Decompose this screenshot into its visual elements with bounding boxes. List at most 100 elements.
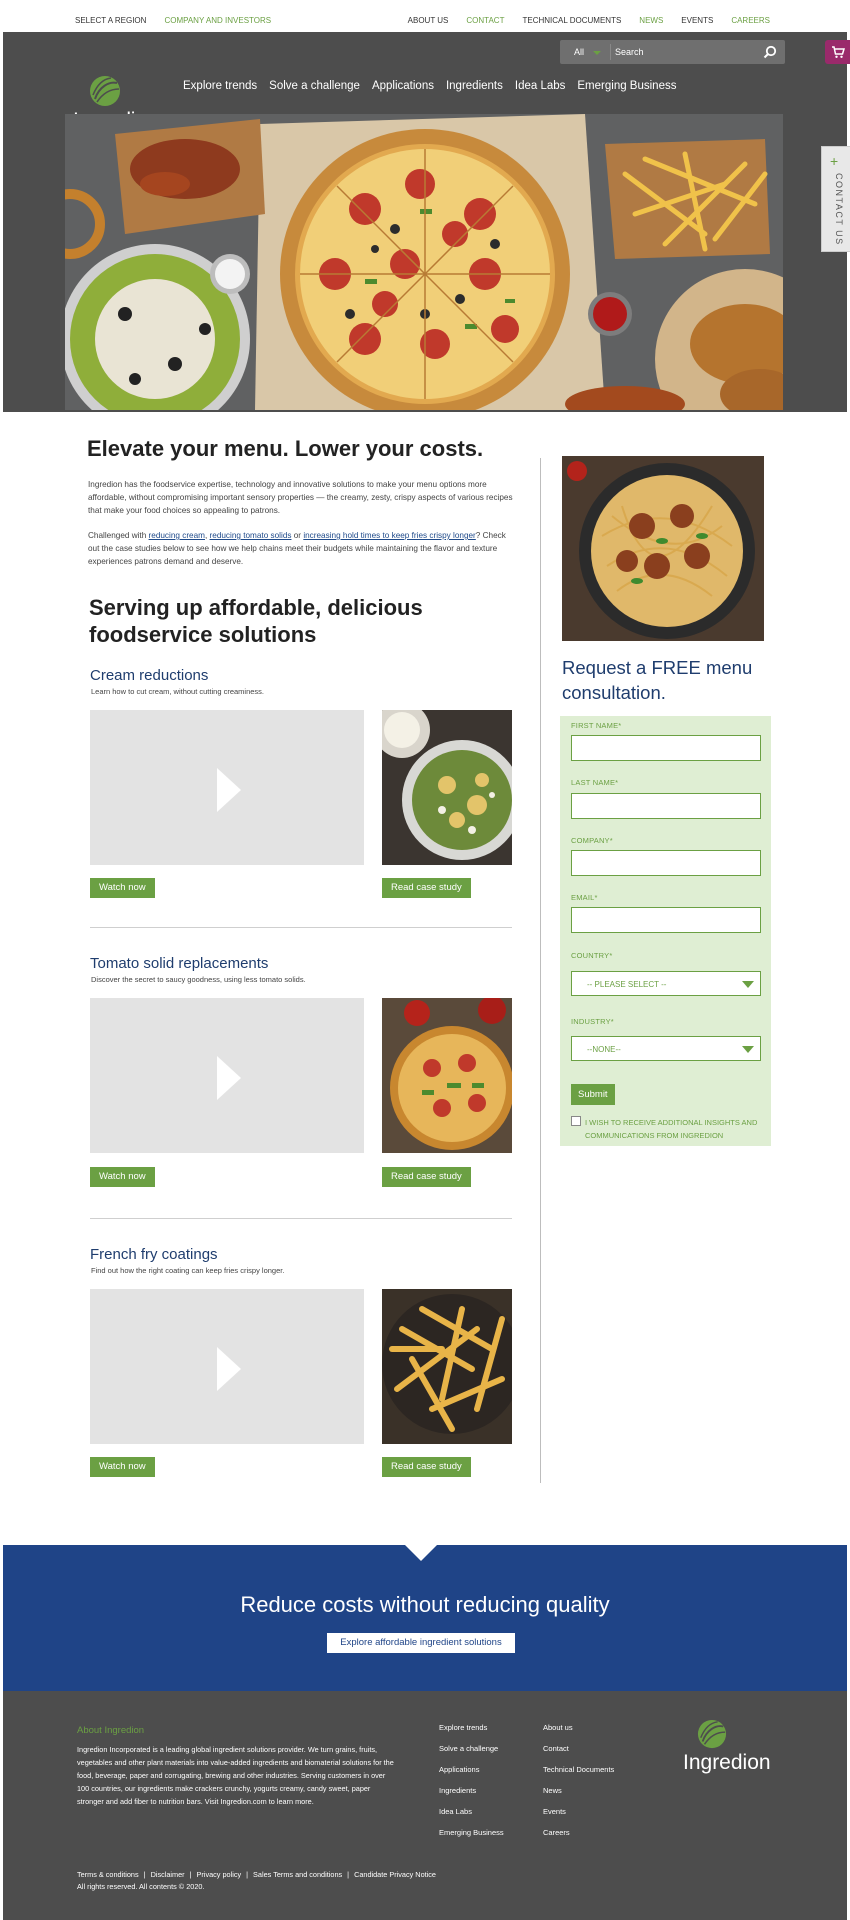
reducing-cream-link[interactable]: reducing cream xyxy=(149,531,205,540)
nav-ingredients[interactable]: Ingredients xyxy=(446,80,503,92)
nav-applications[interactable]: Applications xyxy=(372,80,434,92)
disclaimer-link[interactable]: Disclaimer xyxy=(151,1870,185,1879)
last-name-label: LAST NAME* xyxy=(571,778,619,787)
tomato-section-desc: Discover the secret to saucy goodness, u… xyxy=(91,975,306,984)
form-title: Request a FREE menu consultation. xyxy=(562,657,753,703)
industry-label: INDUSTRY* xyxy=(571,1017,614,1026)
intro-paragraph-1: Ingredion has the foodservice expertise,… xyxy=(88,480,513,515)
footer-link-news[interactable]: News xyxy=(543,1786,614,1807)
footer-link-about-us[interactable]: About us xyxy=(543,1723,614,1744)
submit-button[interactable]: Submit xyxy=(571,1084,615,1105)
nav-explore-trends[interactable]: Explore trends xyxy=(183,80,257,92)
nav-emerging-business[interactable]: Emerging Business xyxy=(577,80,676,92)
tomato-read-case-study-button[interactable]: Read case study xyxy=(382,1167,471,1187)
fries-read-case-study-button[interactable]: Read case study xyxy=(382,1457,471,1477)
fries-watch-now-button[interactable]: Watch now xyxy=(90,1457,155,1477)
footer-legal: Terms & conditions | Disclaimer | Privacy po… xyxy=(77,1869,436,1893)
footer-about-title: About Ingredion xyxy=(77,1725,145,1736)
chevron-down-icon xyxy=(742,1046,754,1053)
site-footer: About Ingredion Ingredion Incorporated i… xyxy=(3,1691,847,1920)
footer-nav-col-1: Explore trends Solve a challenge Applica… xyxy=(439,1723,504,1849)
footer-link-ingredients[interactable]: Ingredients xyxy=(439,1786,504,1807)
company-field[interactable] xyxy=(571,850,761,876)
utility-bar: SELECT A REGION COMPANY AND INVESTORS AB… xyxy=(0,0,850,32)
search-input[interactable] xyxy=(615,43,755,61)
events-link[interactable]: EVENTS xyxy=(681,16,713,25)
country-select-value: -- PLEASE SELECT -- xyxy=(587,980,667,989)
company-label: COMPANY* xyxy=(571,836,613,845)
cream-read-case-study-button[interactable]: Read case study xyxy=(382,878,471,898)
intro-text: Ingredion has the foodservice expertise,… xyxy=(88,478,513,580)
section-heading: Serving up affordable, delicious foodser… xyxy=(89,595,423,647)
footer-link-contact[interactable]: Contact xyxy=(543,1744,614,1765)
tomato-case-image xyxy=(382,998,512,1153)
play-icon xyxy=(217,768,241,812)
intro-paragraph-2: Challenged with reducing cream, reducing… xyxy=(88,529,513,568)
site-header: Ingredion All Explore trends Solve a cha… xyxy=(3,32,850,412)
intro-or: or xyxy=(291,531,304,540)
contact-us-tab[interactable]: + CONTACT US xyxy=(821,146,850,252)
footer-link-explore-trends[interactable]: Explore trends xyxy=(439,1723,504,1744)
section-divider xyxy=(90,1218,512,1219)
cart-button[interactable] xyxy=(825,40,850,64)
country-select[interactable]: -- PLEASE SELECT -- xyxy=(571,971,761,996)
cream-section-desc: Learn how to cut cream, without cutting … xyxy=(91,687,264,696)
nav-solve-challenge[interactable]: Solve a challenge xyxy=(269,80,360,92)
contact-us-label: CONTACT US xyxy=(834,173,844,246)
page-title: Elevate your menu. Lower your costs. xyxy=(87,436,484,461)
fries-case-image xyxy=(382,1289,512,1444)
footer-link-solve-challenge[interactable]: Solve a challenge xyxy=(439,1744,504,1765)
select-region-link[interactable]: SELECT A REGION xyxy=(75,16,146,25)
search-icon[interactable] xyxy=(763,45,777,59)
footer-link-careers[interactable]: Careers xyxy=(543,1828,614,1849)
optin-checkbox[interactable] xyxy=(571,1116,581,1126)
search-scope-select[interactable]: All xyxy=(574,47,584,57)
about-us-link[interactable]: ABOUT US xyxy=(408,16,449,25)
cream-case-image xyxy=(382,710,512,865)
chevron-down-icon[interactable] xyxy=(593,51,601,55)
section-divider xyxy=(90,927,512,928)
nav-idea-labs[interactable]: Idea Labs xyxy=(515,80,566,92)
news-link[interactable]: NEWS xyxy=(639,16,663,25)
candidate-privacy-link[interactable]: Candidate Privacy Notice xyxy=(354,1870,436,1879)
reducing-tomato-link[interactable]: reducing tomato solids xyxy=(210,531,292,540)
terms-link[interactable]: Terms & conditions xyxy=(77,1870,139,1879)
footer-link-events[interactable]: Events xyxy=(543,1807,614,1828)
explore-solutions-button[interactable]: Explore affordable ingredient solutions xyxy=(326,1632,516,1654)
country-label: COUNTRY* xyxy=(571,951,613,960)
footer-link-technical-documents[interactable]: Technical Documents xyxy=(543,1765,614,1786)
cta-headline: Reduce costs without reducing quality xyxy=(240,1592,610,1617)
consultation-form: FIRST NAME* LAST NAME* COMPANY* EMAIL* C… xyxy=(560,716,771,1146)
band-notch xyxy=(405,1545,437,1561)
footer-link-idea-labs[interactable]: Idea Labs xyxy=(439,1807,504,1828)
tomato-section-title: Tomato solid replacements xyxy=(90,955,269,972)
cream-section-title: Cream reductions xyxy=(90,667,209,684)
play-icon xyxy=(217,1056,241,1100)
company-investors-link[interactable]: COMPANY AND INVESTORS xyxy=(164,16,271,25)
last-name-field[interactable] xyxy=(571,793,761,819)
industry-select[interactable]: --NONE-- xyxy=(571,1036,761,1061)
footer-link-emerging-business[interactable]: Emerging Business xyxy=(439,1828,504,1849)
fries-video-player[interactable] xyxy=(90,1289,364,1444)
cream-video-player[interactable] xyxy=(90,710,364,865)
main-nav: Explore trends Solve a challenge Applica… xyxy=(183,80,676,92)
footer-link-applications[interactable]: Applications xyxy=(439,1765,504,1786)
cream-watch-now-button[interactable]: Watch now xyxy=(90,878,155,898)
footer-logo[interactable]: Ingredion xyxy=(683,1719,783,1779)
first-name-field[interactable] xyxy=(571,735,761,761)
tomato-video-player[interactable] xyxy=(90,998,364,1153)
technical-documents-link[interactable]: TECHNICAL DOCUMENTS xyxy=(522,16,621,25)
tomato-watch-now-button[interactable]: Watch now xyxy=(90,1167,155,1187)
footer-nav-col-2: About us Contact Technical Documents New… xyxy=(543,1723,614,1849)
sales-terms-link[interactable]: Sales Terms and conditions xyxy=(253,1870,342,1879)
cta-band: Reduce costs without reducing quality Ex… xyxy=(3,1545,847,1691)
industry-select-value: --NONE-- xyxy=(587,1045,621,1054)
hero-food-image xyxy=(65,114,783,410)
careers-link[interactable]: CAREERS xyxy=(731,16,770,25)
privacy-policy-link[interactable]: Privacy policy xyxy=(197,1870,242,1879)
email-field[interactable] xyxy=(571,907,761,933)
plus-icon: + xyxy=(830,153,839,169)
crispy-fries-link[interactable]: increasing hold times to keep fries cris… xyxy=(303,531,475,540)
contact-link[interactable]: CONTACT xyxy=(466,16,504,25)
cart-icon xyxy=(832,46,845,58)
